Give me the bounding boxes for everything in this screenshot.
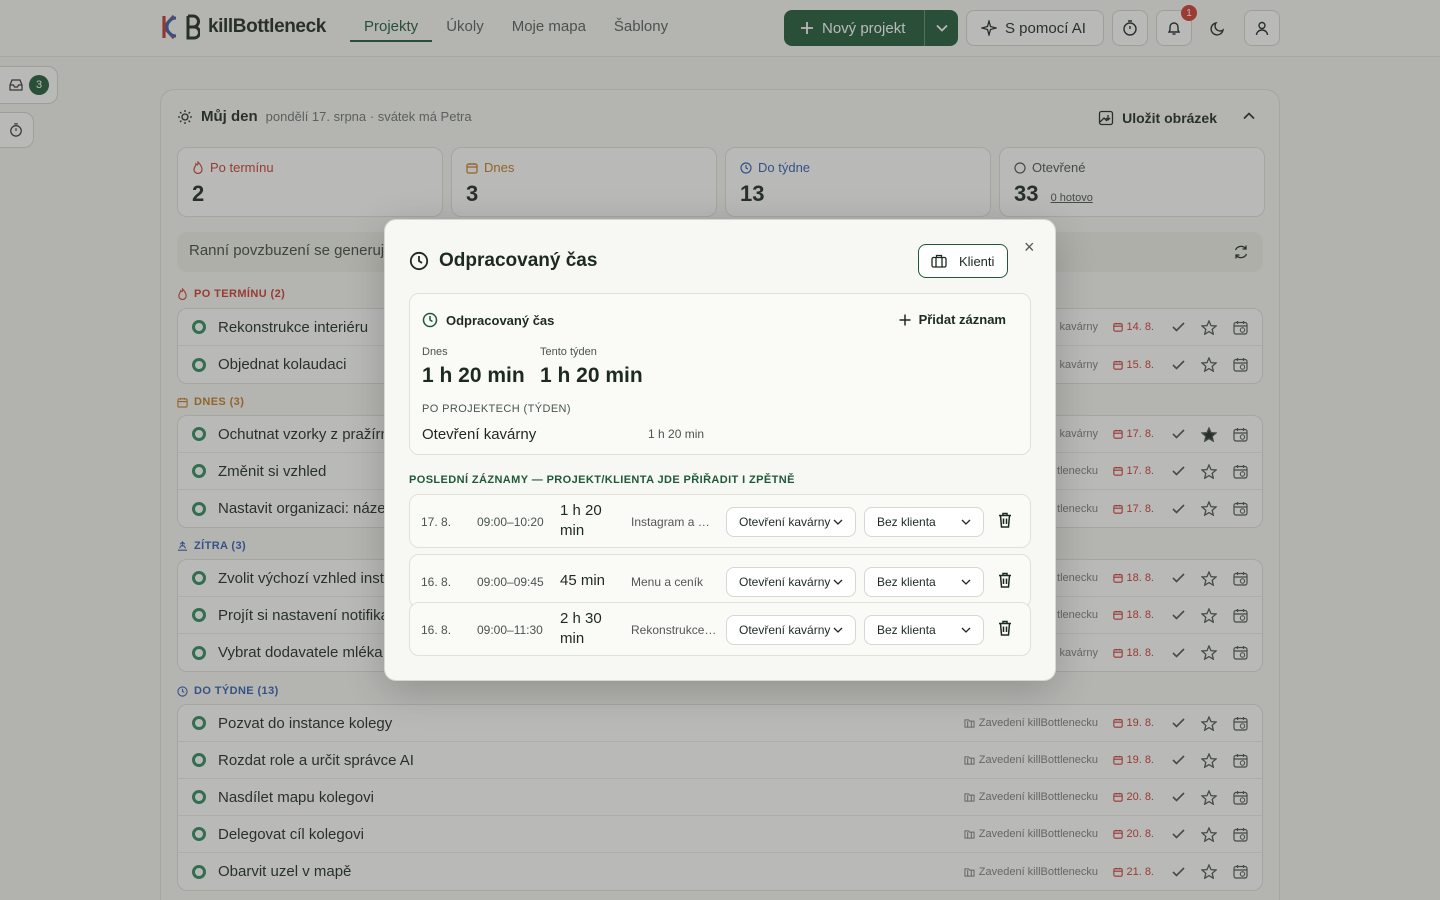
- trash-icon[interactable]: [998, 572, 1012, 588]
- chevron-down-icon: [961, 519, 971, 525]
- clients-button[interactable]: Klienti: [918, 244, 1008, 278]
- entry-project-select[interactable]: Otevření kavárny: [726, 567, 856, 597]
- week-value: 1 h 20 min: [540, 364, 643, 387]
- entry-time-range: 09:00–09:45: [477, 575, 544, 589]
- chevron-down-icon: [833, 627, 843, 633]
- recent-entries-heading: POSLEDNÍ ZÁZNAMY — PROJEKT/KLIENTA JDE P…: [409, 474, 795, 486]
- time-entry-row: 16. 8. 09:00–11:30 2 h 30 min Rekonstrukce……: [409, 602, 1031, 656]
- by-project-row: Otevření kavárny 1 h 20 min: [422, 426, 1022, 443]
- entry-time-range: 09:00–10:20: [477, 515, 544, 529]
- clock-icon: [409, 251, 429, 271]
- entry-client-select[interactable]: Bez klienta: [864, 507, 984, 537]
- time-entry-row: 16. 8. 09:00–09:45 45 min Menu a ceník Otevř…: [409, 554, 1031, 608]
- worked-time-panel: Odpracovaný čas Přidat záznam Dnes 1 h 2…: [409, 293, 1031, 455]
- close-icon[interactable]: ×: [1024, 237, 1035, 258]
- entry-project-select[interactable]: Otevření kavárny: [726, 507, 856, 537]
- entry-client-select[interactable]: Bez klienta: [864, 615, 984, 645]
- today-value: 1 h 20 min: [422, 364, 525, 387]
- time-entry-row: 17. 8. 09:00–10:20 1 h 20 min Instagram a ……: [409, 494, 1031, 548]
- entry-client-value: Bez klienta: [877, 575, 936, 589]
- week-label: Tento týden: [540, 346, 597, 358]
- today-label: Dnes: [422, 346, 448, 358]
- entry-note[interactable]: Instagram a …: [631, 515, 717, 529]
- chevron-down-icon: [961, 627, 971, 633]
- entry-note[interactable]: Menu a ceník: [631, 575, 717, 589]
- today-summary: Dnes 1 h 20 min: [422, 346, 525, 388]
- modal-title-text: Odpracovaný čas: [439, 250, 598, 271]
- chevron-down-icon: [961, 579, 971, 585]
- clock-icon: [422, 312, 438, 328]
- add-entry-button[interactable]: Přidat záznam: [899, 312, 1006, 327]
- panel-title: Odpracovaný čas: [446, 312, 555, 328]
- entry-project-value: Otevření kavárny: [739, 575, 831, 589]
- entry-note[interactable]: Rekonstrukce…: [631, 623, 717, 637]
- entry-date: 17. 8.: [421, 515, 452, 529]
- briefcase-icon: [931, 254, 947, 268]
- by-project-name: Otevření kavárny: [422, 426, 537, 443]
- add-entry-label: Přidat záznam: [918, 312, 1006, 327]
- plus-icon: [899, 314, 911, 326]
- entry-date: 16. 8.: [421, 623, 452, 637]
- by-project-time: 1 h 20 min: [648, 427, 705, 441]
- week-summary: Tento týden 1 h 20 min: [540, 346, 643, 388]
- entry-duration: 2 h 30 min: [560, 610, 602, 647]
- entry-project-value: Otevření kavárny: [739, 623, 831, 637]
- entry-duration: 45 min: [560, 572, 606, 589]
- entry-client-select[interactable]: Bez klienta: [864, 567, 984, 597]
- entry-project-select[interactable]: Otevření kavárny: [726, 615, 856, 645]
- entry-date: 16. 8.: [421, 575, 452, 589]
- chevron-down-icon: [833, 579, 843, 585]
- entry-client-value: Bez klienta: [877, 623, 936, 637]
- worked-time-modal: Odpracovaný čas Klienti × Odpracovaný ča…: [384, 219, 1056, 681]
- entry-project-value: Otevření kavárny: [739, 515, 831, 529]
- by-project-heading: PO PROJEKTECH (TÝDEN): [422, 403, 571, 415]
- chevron-down-icon: [833, 519, 843, 525]
- panel-header: Odpracovaný čas: [422, 312, 554, 328]
- entry-time-range: 09:00–11:30: [477, 623, 543, 637]
- entry-client-value: Bez klienta: [877, 515, 936, 529]
- entry-duration: 1 h 20 min: [560, 502, 602, 539]
- trash-icon[interactable]: [998, 620, 1012, 636]
- clients-label: Klienti: [959, 253, 995, 269]
- modal-title: Odpracovaný čas: [409, 250, 597, 272]
- trash-icon[interactable]: [998, 512, 1012, 528]
